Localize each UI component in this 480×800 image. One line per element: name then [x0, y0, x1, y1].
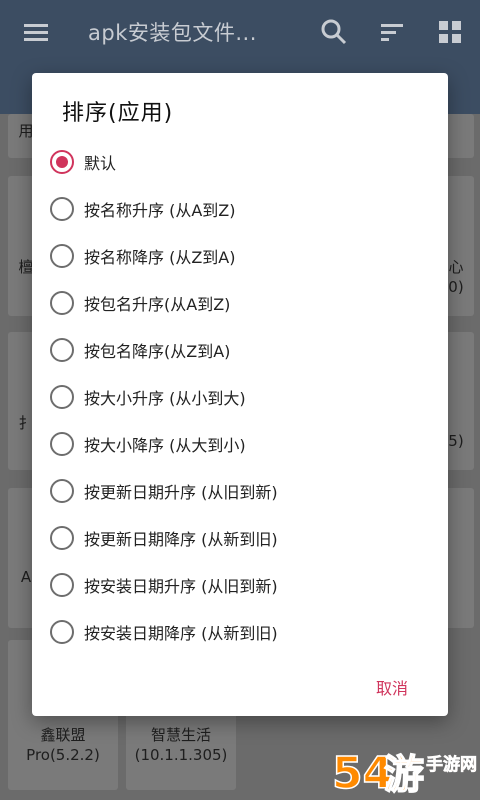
radio-unselected-icon[interactable] — [50, 573, 74, 597]
radio-unselected-icon[interactable] — [50, 526, 74, 550]
option-label: 按安装日期降序 (从新到旧) — [84, 624, 278, 643]
menu-icon[interactable] — [22, 18, 50, 46]
sort-icon[interactable] — [378, 18, 406, 46]
app-card-version: Pro(5.2.2) — [26, 746, 100, 764]
radio-unselected-icon[interactable] — [50, 338, 74, 362]
sort-option-update-asc[interactable]: 按更新日期升序 (从旧到新) — [50, 471, 430, 511]
option-label: 按大小升序 (从小到大) — [84, 389, 246, 408]
sort-option-size-asc[interactable]: 按大小升序 (从小到大) — [50, 377, 430, 417]
sort-option-name-asc[interactable]: 按名称升序 (从A到Z) — [50, 189, 430, 229]
option-label: 按包名降序(从Z到A) — [84, 342, 231, 361]
radio-unselected-icon[interactable] — [50, 620, 74, 644]
radio-unselected-icon[interactable] — [50, 197, 74, 221]
option-label: 按名称降序 (从Z到A) — [84, 248, 236, 267]
radio-unselected-icon[interactable] — [50, 432, 74, 456]
app-card-version: (10.1.1.305) — [134, 746, 228, 764]
radio-unselected-icon[interactable] — [50, 244, 74, 268]
watermark-logo: 54 游 手游网 — [331, 747, 477, 800]
app-card-name: 心 — [448, 258, 464, 276]
svg-text:游: 游 — [384, 752, 424, 798]
option-label: 按更新日期升序 (从旧到新) — [84, 483, 278, 502]
option-label: 按名称升序 (从A到Z) — [84, 201, 236, 220]
grid-view-icon[interactable] — [436, 18, 464, 46]
search-icon[interactable] — [320, 18, 348, 46]
app-card-name: 智慧生活 — [150, 726, 211, 744]
svg-text:手游网: 手游网 — [426, 754, 477, 775]
dialog-title: 排序(应用) — [62, 101, 174, 126]
sort-option-package-asc[interactable]: 按包名升序(从A到Z) — [50, 283, 430, 323]
sort-dialog: 排序(应用) 默认 按名称升序 (从A到Z) 按名称降序 (从Z到A) 按包名升… — [32, 73, 448, 716]
app-card-version: 5) — [448, 432, 464, 450]
sort-option-size-desc[interactable]: 按大小降序 (从大到小) — [50, 424, 430, 464]
option-label: 按安装日期升序 (从旧到新) — [84, 577, 278, 596]
sort-option-package-desc[interactable]: 按包名降序(从Z到A) — [50, 330, 430, 370]
sort-option-update-desc[interactable]: 按更新日期降序 (从新到旧) — [50, 518, 430, 558]
sort-option-default[interactable]: 默认 — [50, 142, 430, 182]
option-label: 按大小降序 (从大到小) — [84, 436, 246, 455]
sort-option-install-asc[interactable]: 按安装日期升序 (从旧到新) — [50, 565, 430, 605]
option-label: 默认 — [84, 154, 117, 173]
cancel-button[interactable]: 取消 — [376, 675, 408, 699]
app-title: apk安装包文件... — [88, 21, 257, 45]
app-bar: apk安装包文件... — [0, 0, 480, 64]
radio-selected-icon[interactable] — [50, 150, 74, 174]
radio-unselected-icon[interactable] — [50, 385, 74, 409]
radio-unselected-icon[interactable] — [50, 291, 74, 315]
option-label: 按更新日期降序 (从新到旧) — [84, 530, 278, 549]
radio-unselected-icon[interactable] — [50, 479, 74, 503]
sort-option-name-desc[interactable]: 按名称降序 (从Z到A) — [50, 236, 430, 276]
sort-option-install-desc[interactable]: 按安装日期降序 (从新到旧) — [50, 612, 430, 652]
app-card-name: 鑫联盟 — [40, 726, 86, 744]
app-card-version: 0) — [448, 278, 464, 296]
option-label: 按包名升序(从A到Z) — [84, 295, 231, 314]
